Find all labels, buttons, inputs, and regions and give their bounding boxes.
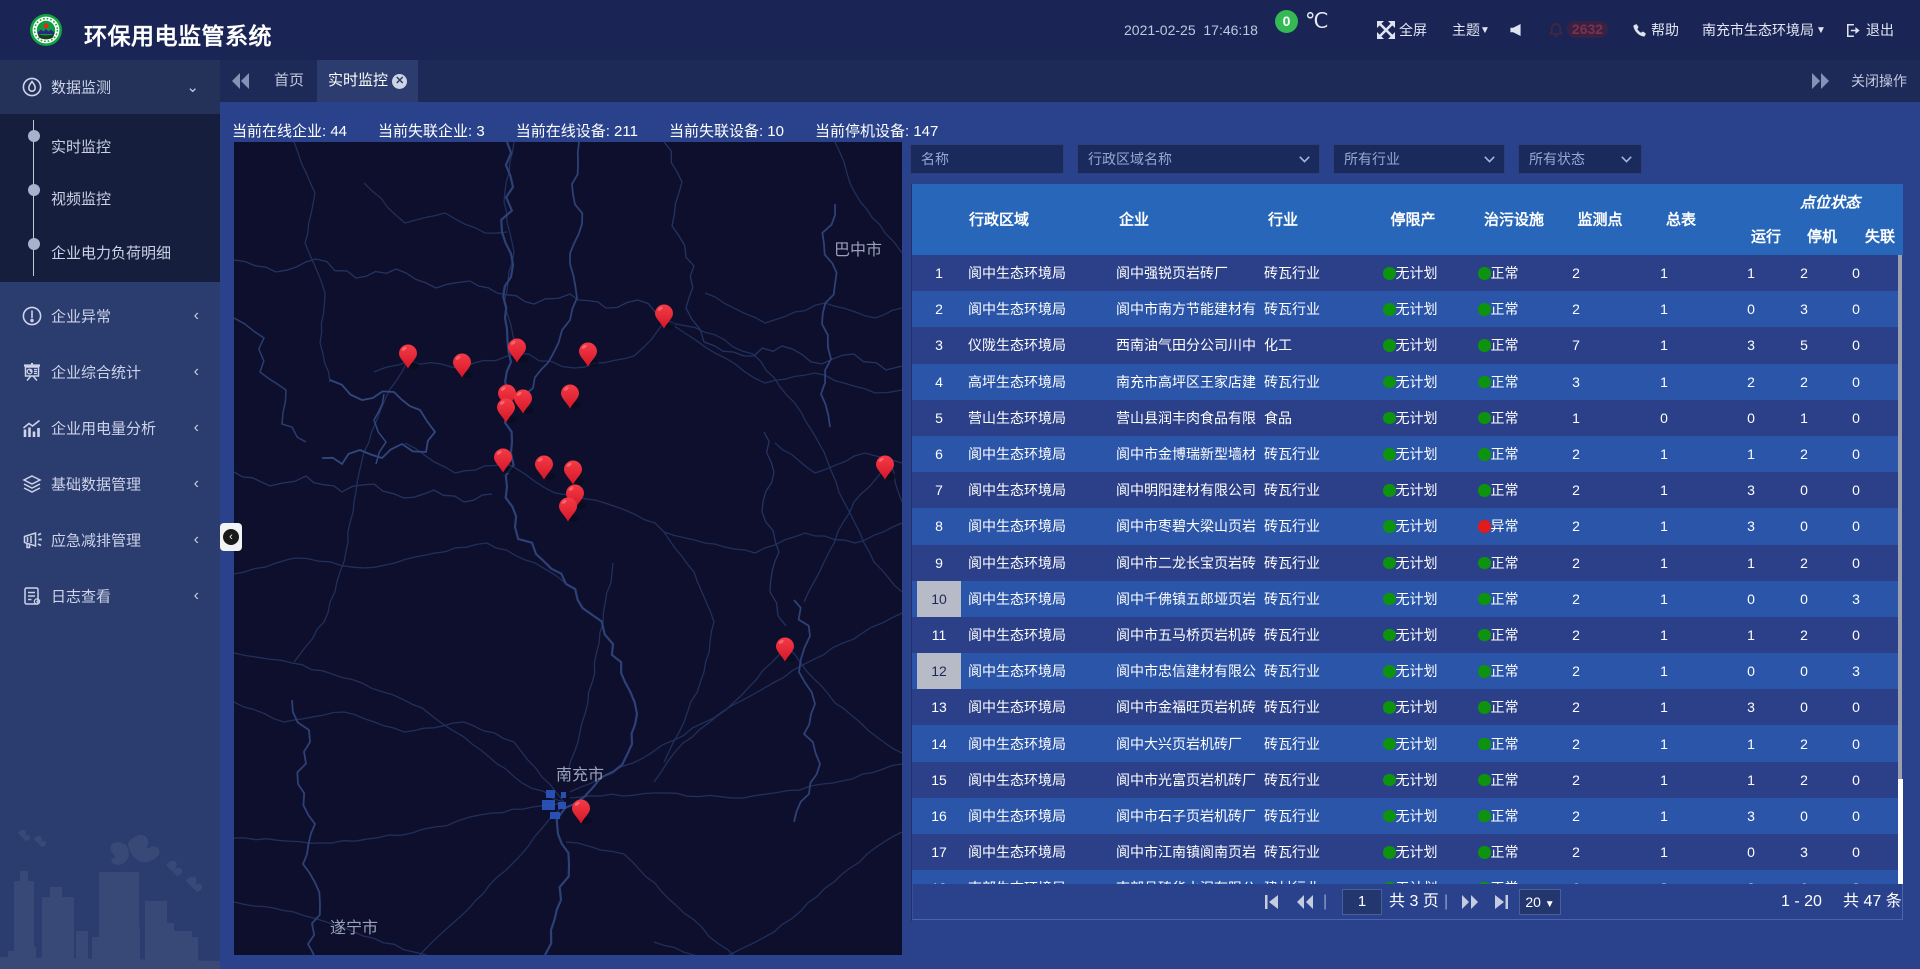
svg-text:巴中市: 巴中市 (834, 241, 882, 259)
svg-text:遂宁市: 遂宁市 (330, 919, 378, 937)
svg-text:南充市: 南充市 (556, 766, 604, 784)
